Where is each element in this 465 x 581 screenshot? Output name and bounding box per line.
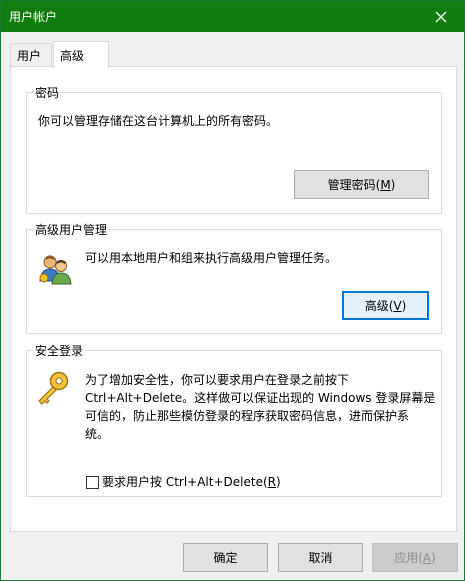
require-ctrl-alt-delete-checkbox[interactable] — [86, 476, 99, 489]
close-button[interactable] — [418, 1, 464, 32]
apply-button-label: 应用( — [394, 551, 423, 565]
cancel-button[interactable]: 取消 — [278, 543, 363, 572]
apply-button-label-close: ) — [431, 550, 436, 565]
advanced-user-legend: 高级用户管理 — [35, 223, 108, 237]
title-bar: 用户帐户 — [1, 1, 464, 32]
tab-users[interactable]: 用户 — [10, 43, 52, 67]
passwords-description: 你可以管理存储在这台计算机上的所有密码。 — [38, 114, 279, 128]
advanced-button[interactable]: 高级(V) — [342, 291, 429, 320]
secure-logon-description-line-3: 可信的，防止那些模仿登录的程序获取密码信息，进而保护系 — [85, 409, 410, 423]
checkbox-label-close: ) — [275, 475, 281, 489]
key-icon — [38, 371, 69, 405]
checkbox-label-accesskey: R — [267, 475, 276, 489]
secure-logon-description-line-4: 统。 — [85, 427, 110, 441]
window-title: 用户帐户 — [9, 10, 58, 24]
manage-passwords-label-close: ) — [390, 177, 396, 192]
user-accounts-window: 用户帐户 用户 高级 密码 你可以管理存储在这台计算机上的所有密码。 管理密码(… — [0, 0, 465, 581]
close-icon — [435, 11, 447, 22]
advanced-button-label: 高级( — [364, 299, 394, 313]
secure-logon-description-line-1: 为了增加安全性，你可以要求用户在登录之前按下 — [85, 373, 350, 387]
apply-button-accesskey: A — [422, 550, 432, 565]
advanced-user-description: 可以用本地用户和组来执行高级用户管理任务。 — [85, 251, 338, 265]
advanced-button-label-close: ) — [401, 298, 407, 313]
secure-logon-legend: 安全登录 — [35, 344, 84, 358]
manage-passwords-label: 管理密码( — [327, 178, 381, 192]
tab-advanced[interactable]: 高级 — [53, 41, 109, 68]
ok-button[interactable]: 确定 — [183, 543, 268, 572]
advanced-button-accesskey: V — [393, 298, 402, 313]
checkbox-label-text: 要求用户按 Ctrl+Alt+Delete( — [102, 475, 268, 489]
tab-users-label: 用户 — [17, 49, 42, 63]
tab-advanced-label: 高级 — [60, 48, 85, 63]
advanced-tab-panel: 密码 你可以管理存储在这台计算机上的所有密码。 管理密码(M) 高级用户管理 可… — [10, 66, 457, 532]
passwords-legend: 密码 — [35, 86, 60, 100]
manage-passwords-accesskey: M — [380, 177, 391, 192]
secure-logon-description-line-2: Ctrl+Alt+Delete。这样做可以保证出现的 Windows 登录屏幕是 — [85, 391, 436, 405]
manage-passwords-button[interactable]: 管理密码(M) — [294, 170, 429, 199]
apply-button[interactable]: 应用(A) — [372, 543, 458, 572]
require-ctrl-alt-delete-label[interactable]: 要求用户按 Ctrl+Alt+Delete(R) — [102, 473, 281, 491]
ok-button-label: 确定 — [213, 551, 238, 565]
users-icon — [39, 255, 72, 285]
cancel-button-label: 取消 — [308, 551, 333, 565]
